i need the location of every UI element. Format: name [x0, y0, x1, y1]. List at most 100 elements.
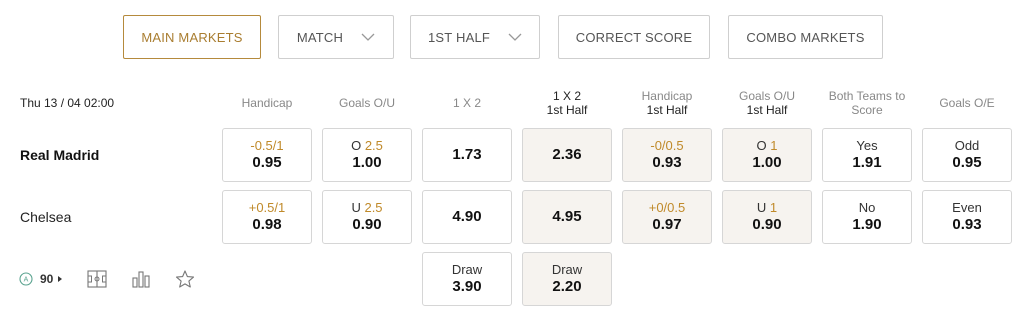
odd-value: 0.95: [952, 154, 982, 171]
tab-correct-score[interactable]: CORRECT SCORE: [558, 15, 710, 59]
odd-cell-draw-1x2[interactable]: Draw 3.90: [422, 252, 512, 306]
btts-label: Yes: [856, 138, 878, 153]
home-team-name: Real Madrid: [20, 147, 100, 163]
odd-cell-away-goals-ou[interactable]: U 2.5 0.90: [322, 190, 412, 244]
more-markets-link[interactable]: A 90: [18, 271, 64, 287]
ou-line: 2.5: [364, 138, 383, 153]
odd-cell-away-goals-oe[interactable]: Even 0.93: [922, 190, 1012, 244]
odd-cell-away-1x2-half[interactable]: 4.95: [522, 190, 612, 244]
odd-value: 2.20: [552, 278, 582, 295]
tab-main-markets[interactable]: MAIN MARKETS: [123, 15, 261, 59]
header-line: 1st Half: [746, 103, 788, 117]
odd-cell-home-goals-oe[interactable]: Odd 0.95: [922, 128, 1012, 182]
ou-label: U 1: [757, 200, 777, 216]
match-actions: A 90: [18, 268, 196, 290]
tab-match[interactable]: MATCH: [278, 15, 394, 59]
odd-cell-home-handicap-half[interactable]: -0/0.5 0.93: [622, 128, 712, 182]
odd-value: 4.90: [452, 208, 482, 225]
ou-side: O: [756, 138, 767, 153]
odd-value: 4.95: [552, 208, 582, 225]
header-both-teams-to-score: Both Teams to Score: [821, 89, 913, 117]
odd-cell-draw-1x2-half[interactable]: Draw 2.20: [522, 252, 612, 306]
odd-value: 0.93: [652, 154, 682, 171]
header-line: Both Teams to: [828, 89, 906, 103]
odd-cell-home-goals-ou[interactable]: O 2.5 1.00: [322, 128, 412, 182]
market-tabs: MAIN MARKETS MATCH 1ST HALF CORRECT SCOR…: [0, 15, 1024, 59]
tab-combo-markets[interactable]: COMBO MARKETS: [728, 15, 883, 59]
header-1x2: 1 X 2: [452, 96, 482, 110]
odd-cell-away-btts[interactable]: No 1.90: [822, 190, 912, 244]
odd-value: 0.95: [252, 154, 282, 171]
header-goals-ou: Goals O/U: [338, 96, 395, 110]
odd-value: 0.97: [652, 216, 682, 233]
handicap-line: -0/0.5: [650, 138, 684, 153]
chevron-down-icon: [508, 33, 522, 41]
caret-right-icon: [58, 276, 63, 282]
odd-cell-home-btts[interactable]: Yes 1.91: [822, 128, 912, 182]
ou-side: U: [351, 200, 361, 215]
odd-cell-away-handicap[interactable]: +0.5/1 0.98: [222, 190, 312, 244]
header-goals-oe: Goals O/E: [939, 96, 995, 110]
odd-value: 1.90: [852, 216, 882, 233]
odd-cell-away-1x2[interactable]: 4.90: [422, 190, 512, 244]
ou-line: 2.5: [364, 200, 383, 215]
match-datetime: Thu 13 / 04 02:00: [20, 96, 115, 110]
btts-label: No: [858, 200, 876, 215]
ou-side: O: [351, 138, 362, 153]
handicap-line: +0/0.5: [648, 200, 686, 215]
ou-label: O 2.5: [351, 138, 383, 154]
draw-label: Draw: [451, 262, 483, 277]
tab-label: CORRECT SCORE: [575, 29, 693, 45]
draw-label: Draw: [551, 262, 583, 277]
header-handicap-1st-half: Handicap 1st Half: [621, 89, 713, 117]
oe-label: Odd: [954, 138, 980, 153]
odd-value: 3.90: [452, 278, 482, 295]
odd-cell-home-handicap[interactable]: -0.5/1 0.95: [222, 128, 312, 182]
ou-line: 1: [770, 138, 778, 153]
odd-value: 1.00: [352, 154, 382, 171]
ou-label: U 2.5: [351, 200, 382, 216]
odd-cell-away-handicap-half[interactable]: +0/0.5 0.97: [622, 190, 712, 244]
odd-value: 0.90: [752, 216, 782, 233]
odd-value: 1.91: [852, 154, 882, 171]
odd-cell-home-goals-ou-half[interactable]: O 1 1.00: [722, 128, 812, 182]
odd-value: 0.90: [352, 216, 382, 233]
live-indicator-icon: A: [19, 272, 33, 286]
ou-side: U: [756, 200, 767, 215]
markets-count: 90: [40, 272, 54, 286]
pitch-view-button[interactable]: [86, 269, 108, 289]
tab-1st-half[interactable]: 1ST HALF: [410, 15, 540, 59]
tab-label: MAIN MARKETS: [141, 29, 243, 45]
stats-button[interactable]: [130, 269, 152, 289]
favorite-button[interactable]: [174, 269, 196, 289]
handicap-line: -0.5/1: [250, 138, 284, 153]
header-line: 1st Half: [646, 103, 688, 117]
odd-value: 1.00: [752, 154, 782, 171]
svg-text:A: A: [24, 277, 29, 284]
header-line: Goals O/U: [738, 89, 795, 103]
header-goals-ou-1st-half: Goals O/U 1st Half: [721, 89, 813, 117]
tab-label: COMBO MARKETS: [746, 29, 865, 45]
header-line: 1 X 2: [552, 89, 582, 103]
header-line: 1st Half: [546, 103, 588, 117]
header-line: Score: [851, 103, 883, 117]
tab-label: 1ST HALF: [427, 29, 491, 45]
odd-value: 1.73: [452, 146, 482, 163]
header-handicap: Handicap: [241, 96, 293, 110]
header-line: Handicap: [641, 89, 693, 103]
handicap-line: +0.5/1: [248, 200, 286, 215]
odd-cell-home-1x2[interactable]: 1.73: [422, 128, 512, 182]
ou-label: O 1: [757, 138, 778, 154]
stats-icon: [132, 271, 150, 288]
odd-value: 0.93: [952, 216, 982, 233]
odd-cell-home-1x2-half[interactable]: 2.36: [522, 128, 612, 182]
ou-line: 1: [769, 200, 778, 215]
header-1x2-1st-half: 1 X 2 1st Half: [521, 89, 613, 117]
tab-label: MATCH: [296, 29, 344, 45]
favorite-star-icon: [176, 270, 195, 288]
odd-value: 0.98: [252, 216, 282, 233]
pitch-icon: [87, 270, 107, 288]
odd-cell-away-goals-ou-half[interactable]: U 1 0.90: [722, 190, 812, 244]
away-team-name: Chelsea: [20, 209, 72, 225]
oe-label: Even: [952, 200, 982, 215]
